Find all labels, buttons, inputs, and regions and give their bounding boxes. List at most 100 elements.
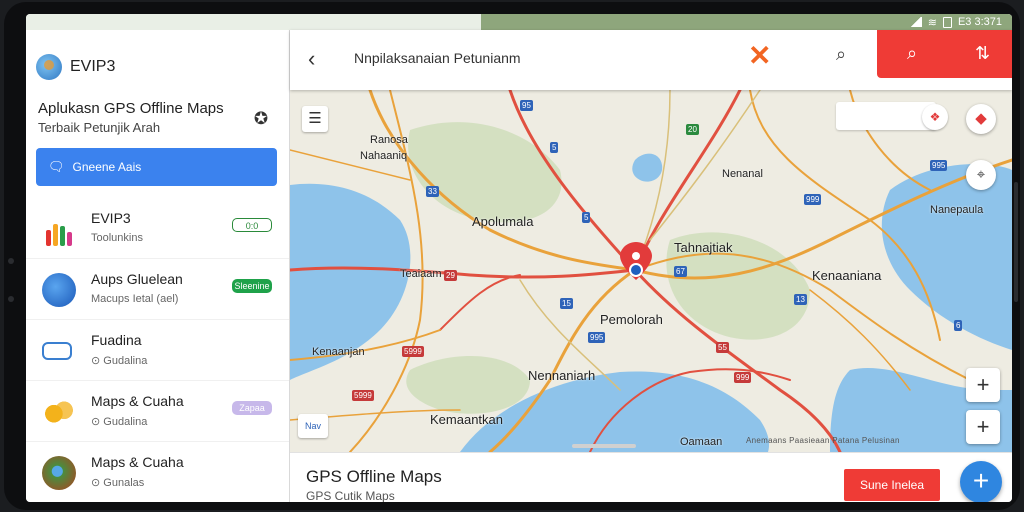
- close-icon[interactable]: ✕: [748, 42, 771, 70]
- map-label: Nenanal: [722, 168, 763, 180]
- add-button[interactable]: +: [960, 461, 1002, 502]
- bubbles-icon: [42, 395, 76, 429]
- road-shield: 995: [588, 332, 606, 343]
- battery-icon: [942, 16, 952, 28]
- earth-pin-icon: [42, 456, 76, 490]
- compass-icon[interactable]: ⌖: [966, 160, 996, 190]
- road-shield: 20: [686, 124, 699, 135]
- sensor: [8, 296, 14, 302]
- wifi-icon: ≋: [927, 16, 937, 29]
- map-credits: Anemaans Paasieaan Patana Pelusinan: [746, 436, 900, 445]
- map-label: Kemaantkan: [430, 412, 503, 427]
- road-shield: 999: [734, 372, 752, 383]
- status-badge: Zapaa: [232, 401, 272, 415]
- zoom-in-button[interactable]: +: [966, 368, 1000, 402]
- app-name: EVIP3: [70, 58, 116, 75]
- place-title: GPS Offline Maps: [306, 467, 442, 486]
- zoom-in-secondary-button[interactable]: +: [966, 410, 1000, 444]
- map-chip[interactable]: [836, 102, 936, 130]
- screen: ≋ E3 3:371 EVIP3 Aplukasn GPS Offline Ma…: [26, 14, 1012, 502]
- ticket-icon: [42, 342, 72, 360]
- map-label: Nennaniarh: [528, 368, 596, 383]
- back-arrow-icon[interactable]: ‹: [308, 48, 315, 70]
- list-item[interactable]: Aups Gluelean Macups Ietal (ael) Sleenin…: [26, 259, 289, 320]
- search-button-icon[interactable]: ⌕: [907, 43, 917, 64]
- app-logo-icon: [36, 54, 62, 80]
- list-item-subtitle: ⊙ Gunalas: [91, 477, 145, 489]
- list-item[interactable]: Fuadina ⊙ Gudalina: [26, 320, 289, 381]
- search-icon[interactable]: ⌕: [836, 44, 846, 65]
- road-shield: 95: [520, 100, 533, 111]
- settings-badge-icon[interactable]: ✪: [252, 110, 270, 128]
- list-item-title: Maps & Cuaha: [91, 393, 184, 409]
- side-button: [1014, 182, 1018, 302]
- road-shield: 5: [582, 212, 591, 223]
- bottom-sheet: GPS Offline Maps GPS Cutik Maps Sune Ine…: [290, 452, 1012, 502]
- status-bar: ≋ E3 3:371: [26, 14, 1012, 30]
- place-subtitle: GPS Cutik Maps: [306, 489, 395, 502]
- road-shield: 995: [930, 160, 948, 171]
- list-item-title: Aups Gluelean: [91, 271, 183, 287]
- map-type-chip[interactable]: Nav: [298, 414, 328, 438]
- list-item-subtitle-text: Gudalina: [103, 416, 148, 428]
- list-item-title: EVIP3: [91, 210, 131, 226]
- map-label: Pemolorah: [600, 312, 663, 327]
- chat-icon: 🗨: [48, 159, 65, 174]
- map-label: Nanepaula: [930, 204, 984, 216]
- menu-icon[interactable]: ☰: [302, 106, 328, 132]
- list-item-subtitle: ⊙ Gudalina: [91, 355, 148, 367]
- colored-bars-icon: [42, 212, 76, 246]
- search-input[interactable]: Nnpilaksanaian Petunianm: [354, 50, 521, 66]
- list-item-subtitle-text: Gudalina: [103, 355, 148, 367]
- road-shield: 55: [716, 342, 729, 353]
- primary-action-button[interactable]: 🗨 Gneene Aais: [36, 148, 277, 186]
- sidebar-title: Aplukasn GPS Offline Maps: [38, 100, 224, 117]
- list-item-title: Maps & Cuaha: [91, 454, 184, 470]
- map-label: Kenaanjan: [312, 346, 365, 358]
- search-bar: ‹ Nnpilaksanaian Petunianm ✕ ⌕ ⌕ ⇅: [290, 30, 1012, 90]
- sidebar-subtitle: Terbaik Petunjik Arah: [38, 120, 161, 135]
- map-label: Oamaan: [680, 436, 723, 448]
- road-shield: 999: [804, 194, 822, 205]
- tablet-frame: ≋ E3 3:371 EVIP3 Aplukasn GPS Offline Ma…: [4, 2, 1020, 510]
- status-badge: 0:0: [232, 218, 272, 232]
- map-label: Kenaaniana: [812, 268, 882, 283]
- road-shield: 29: [444, 270, 457, 281]
- map-label: Nahaaniq: [360, 150, 408, 162]
- map-label: Ranosa: [370, 134, 408, 146]
- list-item-title: Fuadina: [91, 332, 142, 348]
- road-shield: 5: [550, 142, 559, 153]
- list-item-subtitle: Macups Ietal (ael): [91, 293, 179, 305]
- map-label: Apolumala: [472, 214, 534, 229]
- save-button[interactable]: Sune Inelea: [844, 469, 940, 501]
- road-shield: 6: [954, 320, 963, 331]
- bookmark-icon[interactable]: ◆: [966, 104, 996, 134]
- road-shield: 15: [560, 298, 573, 309]
- map-label: Tahnajtiak: [674, 240, 733, 255]
- signal-icon: [909, 17, 922, 27]
- map-view[interactable]: Ranosa Nahaaniq Apolumala Teaiaam Nenana…: [290, 90, 1012, 452]
- list-item[interactable]: EVIP3 Toolunkins 0:0: [26, 198, 289, 259]
- map-label: Teaiaam: [400, 268, 442, 280]
- sidebar: EVIP3 Aplukasn GPS Offline Maps Terbaik …: [26, 30, 290, 502]
- road-shield: 33: [426, 186, 439, 197]
- camera: [8, 258, 14, 264]
- blue-globe-icon: [42, 273, 76, 307]
- road-shield: 67: [674, 266, 687, 277]
- status-icons: ≋ E3 3:371: [909, 15, 1002, 29]
- list-item[interactable]: Maps & Cuaha ⊙ Gudalina Zapaa: [26, 381, 289, 442]
- app-list: EVIP3 Toolunkins 0:0 Aups Gluelean Macup…: [26, 198, 289, 502]
- list-item-subtitle: ⊙ Gudalina: [91, 416, 148, 428]
- status-time: E3 3:371: [957, 16, 1002, 28]
- sidebar-header: EVIP3: [36, 54, 115, 80]
- sheet-drag-handle[interactable]: [572, 444, 636, 448]
- list-item-subtitle-text: Gunalas: [103, 477, 145, 489]
- search-actions: ⌕ ⇅: [877, 30, 1012, 78]
- list-item[interactable]: Maps & Cuaha ⊙ Gunalas: [26, 442, 289, 502]
- layers-icon[interactable]: ❖: [922, 104, 948, 130]
- list-item-subtitle: Toolunkins: [91, 232, 143, 244]
- primary-action-label: Gneene Aais: [72, 160, 142, 174]
- status-badge: Sleenine: [232, 279, 272, 293]
- directions-icon[interactable]: ⇅: [975, 43, 990, 64]
- road-shield: 5999: [352, 390, 374, 401]
